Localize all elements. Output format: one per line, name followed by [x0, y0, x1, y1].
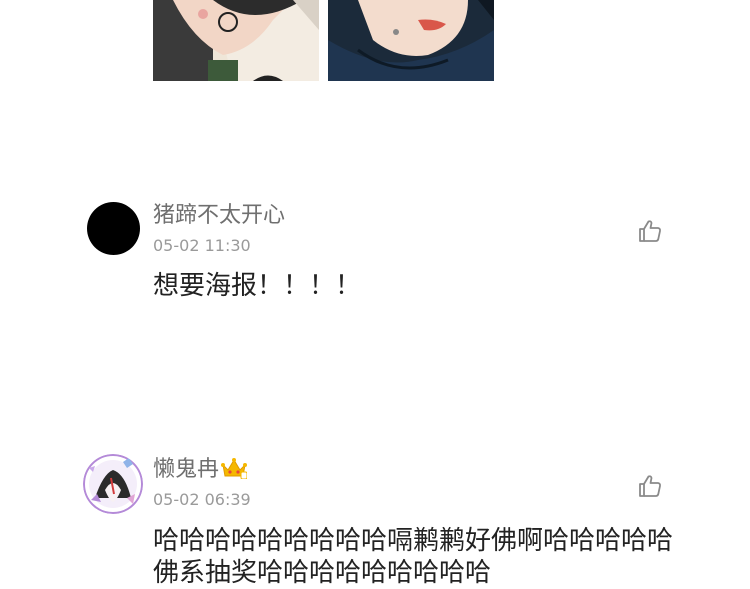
- timestamp: 05-02 06:39: [153, 490, 251, 509]
- username[interactable]: 猪蹄不太开心: [153, 202, 285, 230]
- crown-icon: [221, 457, 248, 487]
- avatar[interactable]: [87, 202, 140, 255]
- comment-image-2[interactable]: [328, 0, 494, 81]
- username-text: 懒鬼冉: [153, 457, 220, 482]
- comment-item: 猪蹄不太开心 05-02 11:30 想要海报！！！！: [0, 198, 750, 328]
- thumbs-up-icon[interactable]: [637, 473, 663, 499]
- comment-text: 哈哈哈哈哈哈哈哈哈嗝鹣鹣好佛啊哈哈哈哈哈佛系抽奖哈哈哈哈哈哈哈哈哈: [153, 526, 674, 588]
- avatar[interactable]: [83, 454, 143, 514]
- timestamp: 05-02 11:30: [153, 236, 251, 255]
- username[interactable]: 懒鬼冉: [153, 456, 248, 487]
- comment-text: 想要海报！！！！: [153, 271, 362, 301]
- thumbs-up-icon[interactable]: [637, 218, 663, 244]
- comment-item: 懒鬼冉 05-02 06:39 哈哈哈哈哈哈哈哈哈嗝鹣鹣好佛啊哈哈哈哈哈佛系抽奖…: [0, 452, 750, 588]
- comment-image-1[interactable]: [153, 0, 319, 81]
